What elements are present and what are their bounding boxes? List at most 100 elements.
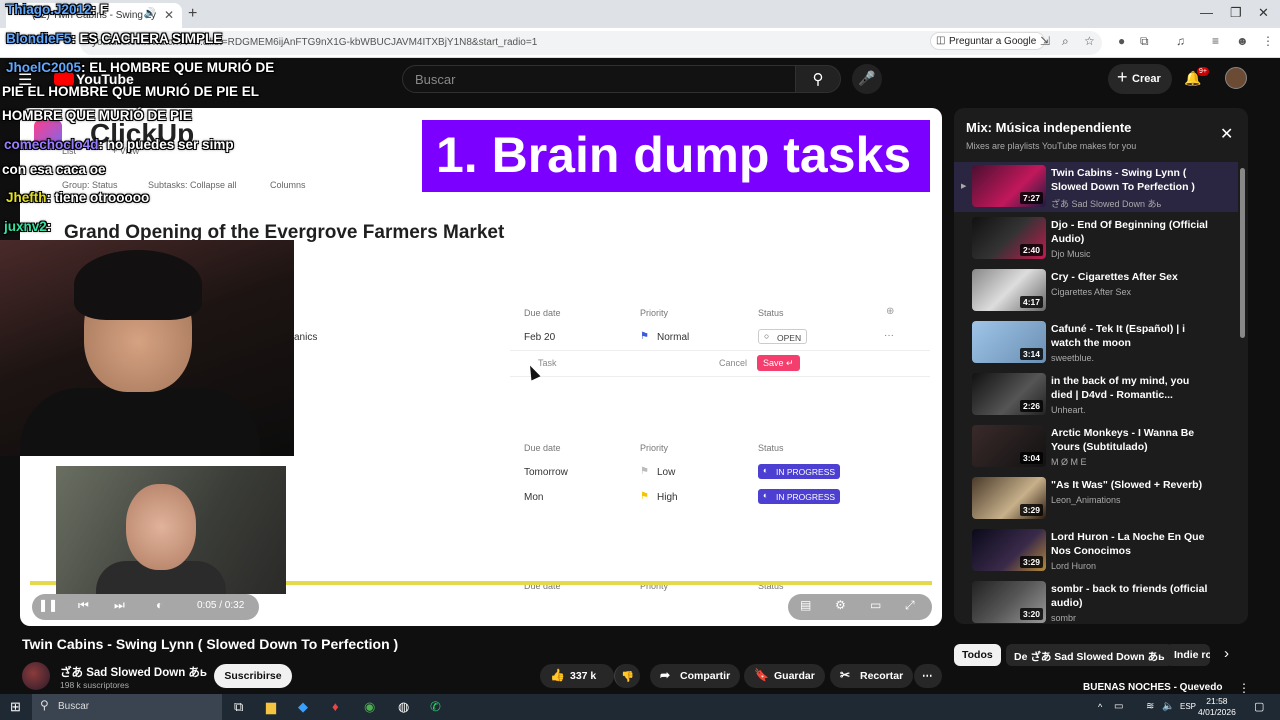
- minimize-button[interactable]: —: [1200, 5, 1213, 20]
- task-view-icon[interactable]: ⧉: [234, 699, 243, 715]
- playlist-item-title[interactable]: "As It Was" (Slowed + Reverb): [1051, 478, 1211, 492]
- chip-all[interactable]: Todos: [954, 644, 1001, 666]
- window-close-button[interactable]: ✕: [1258, 5, 1269, 21]
- volume-tray-icon[interactable]: 🔈: [1162, 701, 1174, 712]
- playlist-item-title[interactable]: Cafuné - Tek It (Español) | i watch the …: [1051, 322, 1211, 350]
- video-thumbnail[interactable]: 3:14: [972, 321, 1046, 363]
- playlist-item[interactable]: 3:20 sombr - back to friends (official au…: [954, 578, 1238, 624]
- next-icon[interactable]: ⏭: [114, 598, 125, 613]
- playlist-item[interactable]: 2:26 in the back of my mind, you died | D…: [954, 370, 1238, 420]
- pause-icon[interactable]: ❚❚: [38, 598, 58, 612]
- more-actions-button[interactable]: ⋯: [914, 664, 942, 688]
- chevron-right-icon[interactable]: ›: [1224, 645, 1229, 662]
- playlist-item-title[interactable]: in the back of my mind, you died | D4vd …: [1051, 374, 1211, 402]
- col-due-date: Due date: [524, 443, 561, 453]
- voice-search-button[interactable]: 🎤: [852, 64, 882, 94]
- scrollbar[interactable]: [1240, 168, 1245, 338]
- reading-list-icon[interactable]: ≡: [1212, 34, 1219, 48]
- due-date: Mon: [524, 492, 544, 503]
- puzzle-icon[interactable]: ⧉: [1140, 34, 1149, 49]
- playlist-item-title[interactable]: sombr - back to friends (official audio): [1051, 582, 1211, 610]
- playlist-item-title[interactable]: Djo - End Of Beginning (Official Audio): [1051, 218, 1211, 246]
- whatsapp-icon[interactable]: ✆: [430, 699, 441, 715]
- chrome-icon[interactable]: ◉: [364, 699, 375, 715]
- theater-mode-icon[interactable]: ▭: [870, 598, 881, 612]
- zoom-icon[interactable]: ⌕: [1062, 34, 1069, 49]
- video-thumbnail[interactable]: 2:26: [972, 373, 1046, 415]
- extension-icon[interactable]: ●: [1118, 34, 1125, 48]
- clip-button[interactable]: ✂ Recortar: [830, 664, 914, 688]
- video-thumbnail[interactable]: 3:04: [972, 425, 1046, 467]
- flag-icon: ⚑: [640, 331, 649, 342]
- menu-kebab-icon[interactable]: ⋮: [1262, 34, 1274, 48]
- more-icon: ···: [884, 330, 894, 341]
- playlist-item[interactable]: ▶ 7:27 Twin Cabins - Swing Lynn ( Slowed D…: [954, 162, 1238, 212]
- playlist-item[interactable]: 2:40 Djo - End Of Beginning (Official Aud…: [954, 214, 1238, 264]
- close-tab-icon[interactable]: ✕: [164, 8, 174, 22]
- store-icon[interactable]: ◆: [298, 699, 308, 715]
- playlist-item[interactable]: 3:29 "As It Was" (Slowed + Reverb) Leon_An…: [954, 474, 1238, 524]
- video-thumbnail[interactable]: 7:27: [972, 165, 1046, 207]
- playlist-item-title[interactable]: Cry - Cigarettes After Sex: [1051, 270, 1211, 284]
- taskbar-search[interactable]: Buscar: [32, 694, 222, 720]
- subscribe-button[interactable]: Suscribirse: [214, 664, 292, 688]
- profile-icon[interactable]: ☻: [1236, 34, 1249, 48]
- restore-button[interactable]: ❐: [1230, 5, 1242, 21]
- language-indicator[interactable]: ESP: [1180, 702, 1196, 711]
- fullscreen-icon[interactable]: ⤢: [905, 598, 915, 613]
- media-icon[interactable]: ♫: [1176, 34, 1185, 48]
- playlist-item[interactable]: 3:04 Arctic Monkeys - I Wanna Be Yours (S…: [954, 422, 1238, 472]
- video-thumbnail[interactable]: 3:29: [972, 477, 1046, 519]
- chip-channel[interactable]: De ざあ Sad Slowed Down あь: [1006, 644, 1173, 666]
- create-button[interactable]: Crear: [1108, 64, 1172, 94]
- flag-icon: ⚑: [640, 466, 649, 477]
- more-icon[interactable]: ⋮: [1238, 681, 1250, 695]
- playlist-item[interactable]: 3:29 Lord Huron - La Noche En Que Nos Con…: [954, 526, 1238, 576]
- previous-icon[interactable]: ⏮: [78, 598, 89, 613]
- subtasks-toggle: Subtasks: Collapse all: [148, 180, 237, 190]
- tray-chevron-icon[interactable]: ^: [1098, 702, 1102, 712]
- chip-indie[interactable]: Indie ro: [1166, 644, 1210, 666]
- wifi-icon[interactable]: ≋: [1146, 701, 1154, 712]
- clock[interactable]: 21:58 4/01/2026: [1198, 696, 1236, 718]
- cancel-label: Cancel: [719, 358, 748, 368]
- related-video-title[interactable]: BUENAS NOCHES - Quevedo: [1083, 682, 1222, 693]
- dislike-button[interactable]: 👎: [614, 664, 640, 688]
- playlist-item-title[interactable]: Twin Cabins - Swing Lynn ( Slowed Down T…: [1051, 166, 1211, 194]
- clock-date: 4/01/2026: [1198, 707, 1236, 717]
- search-button[interactable]: ⚲: [795, 65, 841, 93]
- save-button[interactable]: 🔖 Guardar: [744, 664, 825, 688]
- ask-google-button[interactable]: Preguntar a Google: [930, 32, 1046, 50]
- now-playing-icon: ▶: [961, 183, 967, 190]
- playlist-item-title[interactable]: Lord Huron - La Noche En Que Nos Conocim…: [1051, 530, 1211, 558]
- app-icon[interactable]: ♦: [332, 699, 339, 714]
- channel-name[interactable]: ざあ Sad Slowed Down あь: [60, 664, 207, 680]
- channel-avatar[interactable]: [22, 662, 50, 690]
- windows-start-icon[interactable]: ⊞: [10, 699, 21, 715]
- network-icon[interactable]: ▭: [1114, 701, 1123, 712]
- audio-icon[interactable]: 🔊: [144, 8, 156, 19]
- playlist-item-title[interactable]: Arctic Monkeys - I Wanna Be Yours (Subti…: [1051, 426, 1211, 454]
- video-thumbnail[interactable]: 3:20: [972, 581, 1046, 623]
- bookmark-star-icon[interactable]: ☆: [1084, 34, 1095, 48]
- subtitles-icon[interactable]: ▤: [800, 598, 811, 612]
- like-button[interactable]: 👍 337 k: [540, 664, 614, 688]
- video-thumbnail[interactable]: 4:17: [972, 269, 1046, 311]
- notifications-icon[interactable]: ▢: [1254, 700, 1264, 713]
- search-input[interactable]: Buscar: [402, 65, 796, 93]
- close-icon[interactable]: ✕: [1220, 124, 1233, 144]
- video-thumbnail[interactable]: 3:29: [972, 529, 1046, 571]
- obs-icon[interactable]: ◍: [398, 699, 409, 715]
- avatar[interactable]: [1225, 67, 1247, 89]
- video-thumbnail[interactable]: 2:40: [972, 217, 1046, 259]
- playlist-item[interactable]: 3:14 Cafuné - Tek It (Español) | i watch …: [954, 318, 1238, 368]
- install-icon[interactable]: ⇲: [1040, 34, 1050, 48]
- volume-icon[interactable]: ◐: [156, 598, 163, 612]
- file-explorer-icon[interactable]: ▆: [266, 699, 276, 715]
- playlist-item[interactable]: 4:17 Cry - Cigarettes After Sex Cigarettes…: [954, 266, 1238, 316]
- settings-gear-icon[interactable]: ⚙: [835, 598, 846, 612]
- video-title: Twin Cabins - Swing Lynn ( Slowed Down T…: [22, 636, 399, 652]
- share-button[interactable]: ➦ Compartir: [650, 664, 741, 688]
- new-tab-button[interactable]: +: [188, 5, 197, 23]
- duration: 2:40: [1019, 244, 1043, 256]
